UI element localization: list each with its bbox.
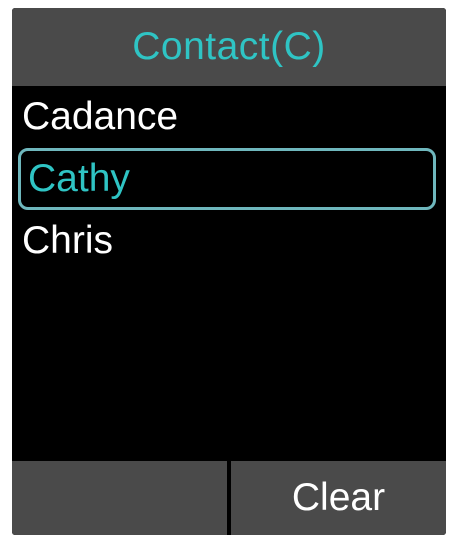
contact-item-cathy[interactable]: Cathy [18, 148, 436, 210]
left-softkey[interactable] [12, 461, 227, 535]
softkey-bar: Clear [12, 461, 446, 535]
title-bar: Contact(C) [12, 8, 446, 86]
page-title: Contact(C) [132, 25, 326, 68]
contact-item-cadance[interactable]: Cadance [12, 86, 446, 148]
phone-screen: Contact(C) Cadance Cathy Chris Clear [12, 8, 446, 535]
contact-item-chris[interactable]: Chris [12, 210, 446, 272]
contact-list: Cadance Cathy Chris [12, 86, 446, 272]
clear-softkey[interactable]: Clear [231, 461, 446, 535]
